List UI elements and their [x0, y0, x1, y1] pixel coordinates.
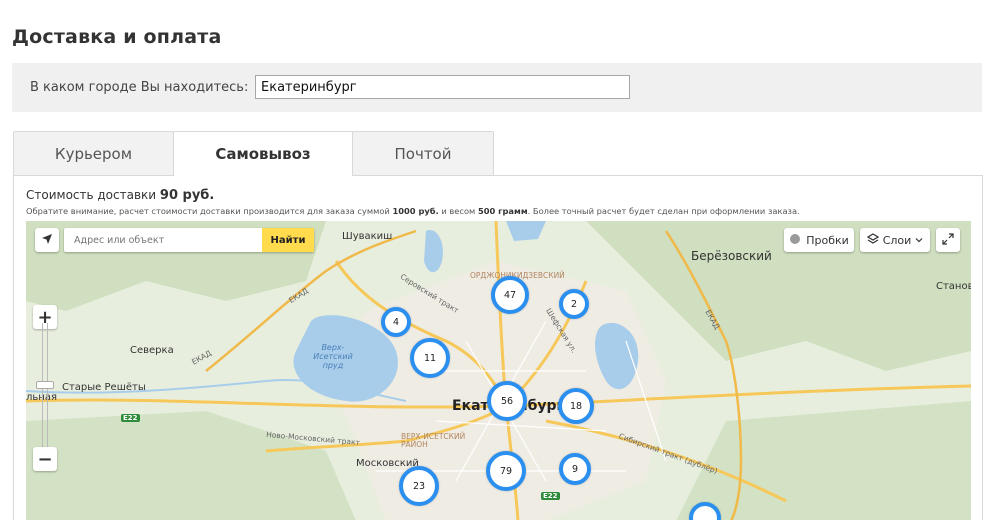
- cluster-marker[interactable]: 79: [486, 451, 526, 491]
- geolocation-button[interactable]: [35, 228, 59, 252]
- delivery-cost: Стоимость доставки 90 руб.: [26, 188, 214, 203]
- map-search-button[interactable]: Найти: [262, 228, 314, 252]
- cluster-marker[interactable]: 9: [559, 453, 591, 485]
- note-text-2: и весом: [441, 206, 476, 216]
- map-search-box: Найти: [64, 228, 314, 252]
- delivery-note: Обратите внимание, расчет стоимости дост…: [26, 206, 800, 216]
- layers-icon: [866, 232, 879, 248]
- note-sum: 1000 руб.: [392, 206, 439, 216]
- cluster-marker[interactable]: 47: [491, 276, 529, 314]
- city-selector-bar: В каком городе Вы находитесь:: [12, 63, 982, 112]
- tab-post[interactable]: Почтой: [352, 131, 494, 175]
- note-text-1: Обратите внимание, расчет стоимости дост…: [26, 206, 390, 216]
- place-stanov: Станов: [936, 281, 971, 292]
- cost-prefix: Стоимость доставки: [26, 188, 157, 202]
- cluster-marker[interactable]: 11: [410, 338, 450, 378]
- cluster-marker[interactable]: 56: [487, 381, 527, 421]
- district-verkh-isetsky: ВЕРХ-ИСЕТСКИЙ РАЙОН: [401, 432, 466, 449]
- tab-courier[interactable]: Курьером: [13, 131, 174, 175]
- pickup-map[interactable]: Берёзовский Шувакиш Северка Старые Решёт…: [26, 221, 971, 520]
- route-shield-e22-2: E22: [541, 492, 560, 500]
- traffic-button[interactable]: Пробки: [784, 228, 854, 252]
- tab-pickup[interactable]: Самовывоз: [173, 131, 353, 176]
- zoom-out-button[interactable]: −: [33, 447, 57, 471]
- place-shuvakish: Шувакиш: [342, 231, 393, 242]
- fullscreen-button[interactable]: [936, 228, 960, 252]
- expand-icon: [942, 232, 954, 248]
- place-berezovsky: Берёзовский: [691, 249, 772, 263]
- chevron-down-icon: [915, 234, 923, 247]
- map-search-input[interactable]: [64, 228, 262, 252]
- city-input[interactable]: [255, 75, 630, 99]
- place-starye-reshyoty: Старые Решёты: [62, 382, 146, 393]
- pond-verkh-isetsky: Верх-Исетский пруд: [313, 343, 353, 370]
- cluster-marker[interactable]: 18: [558, 388, 594, 424]
- traffic-icon: [789, 233, 801, 248]
- layers-button[interactable]: Слои: [860, 228, 930, 252]
- page-title: Доставка и оплата: [12, 26, 222, 48]
- cluster-marker[interactable]: 2: [559, 289, 589, 319]
- location-arrow-icon: [41, 233, 53, 248]
- zoom-slider-handle[interactable]: [36, 381, 54, 389]
- city-label: В каком городе Вы находитесь:: [30, 80, 249, 95]
- delivery-panel: Стоимость доставки 90 руб. Обратите вним…: [13, 175, 983, 520]
- traffic-label: Пробки: [806, 233, 849, 247]
- cost-value: 90 руб.: [159, 188, 215, 203]
- place-severka: Северка: [130, 345, 174, 356]
- layers-label: Слои: [882, 233, 912, 247]
- note-weight: 500 грамм: [477, 206, 528, 216]
- note-text-3: . Более точный расчет будет сделан при о…: [527, 206, 800, 216]
- cluster-marker[interactable]: 23: [399, 466, 439, 506]
- route-shield-e22-1: E22: [121, 414, 140, 422]
- cluster-marker[interactable]: 4: [381, 307, 411, 337]
